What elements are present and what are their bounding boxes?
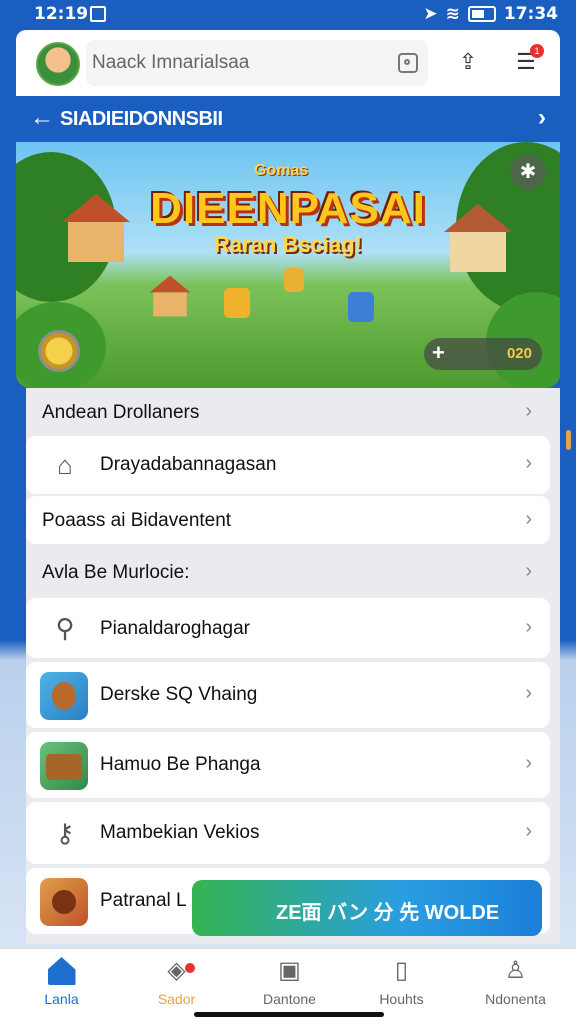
page-title: SIADIEIDONNSBII (60, 108, 223, 130)
section-1-label: Andean Drollaners (42, 402, 200, 423)
status-right: ➤ ≋ 17:34 (423, 4, 558, 24)
chevron-right-icon: › (525, 682, 532, 704)
chevron-right-icon: › (525, 616, 532, 638)
list-item-label: Poaass ai Bidaventent (42, 510, 232, 531)
nav-houhts-label: Houhts (379, 991, 424, 1007)
status-time: 12:19 (34, 4, 89, 24)
nav-dantone[interactable]: ▣ Dantone (232, 957, 347, 1007)
list-item[interactable]: ⚲ Pianaldaroghagar › (26, 598, 550, 658)
title-bar: ← SIADIEIDONNSBII › (16, 96, 560, 142)
hut (149, 275, 191, 317)
back-arrow-icon[interactable]: ← (30, 104, 54, 132)
list-item-label: Hamuo Be Phanga (100, 754, 261, 775)
section-header-2[interactable]: Avla Be Murlocie: › (26, 548, 550, 596)
plus-icon[interactable]: + (432, 340, 445, 366)
list-item-label: Mambekian Vekios (100, 822, 260, 843)
nav-houhts[interactable]: ▯ Houhts (344, 957, 459, 1007)
list-item-label: Drayadabannagasan (100, 454, 277, 475)
list-item[interactable]: Derske SQ Vhaing › (26, 662, 550, 728)
game-thumb-map (40, 878, 88, 926)
chevron-right-icon: › (525, 508, 532, 530)
nav-home-label: Lanla (44, 991, 79, 1007)
notification-icon (90, 6, 106, 22)
list-item-label: Derske SQ Vhaing (100, 684, 258, 705)
chevron-right-icon: › (525, 752, 532, 774)
menu-badge: 1 (530, 44, 544, 58)
wifi-icon: ≋ (445, 4, 460, 24)
game-banner[interactable]: Gomas DIEENPASAI Raran Bsciag! ✱ + 020 (16, 142, 560, 388)
game-thumb-monkey (40, 672, 88, 720)
list-item[interactable]: ⌂ Drayadabannagasan › (26, 436, 550, 494)
menu-icon[interactable]: ☰ 1 (508, 44, 544, 80)
search-icon: ⚲ (55, 613, 75, 643)
nav-ndonenta[interactable]: ♙ Ndonenta (458, 957, 573, 1007)
status-bar: 12:19 ➤ ≋ 17:34 (0, 0, 576, 28)
nav-sador-label: Sador (157, 991, 196, 1007)
menu-list: Andean Drollaners › ⌂ Drayadabannagasan … (26, 388, 560, 944)
game-small-title: Gomas (254, 162, 309, 179)
list-item-label: Patranal L (100, 890, 187, 911)
location-icon: ➤ (423, 4, 438, 24)
tag-icon: ⌂ (57, 450, 73, 480)
section-header-1[interactable]: Andean Drollaners › (26, 388, 550, 436)
header: Naack Imnarialsaa ⇪ ☰ 1 (16, 30, 560, 96)
list-item[interactable]: ⚷ Mambekian Vekios › (26, 802, 550, 864)
game-title: DIEENPASAI (150, 184, 426, 233)
currency-pill[interactable]: + 020 (424, 338, 542, 370)
robot-yellow (224, 288, 250, 318)
bookmark-icon: ▯ (394, 957, 409, 984)
list-item[interactable]: Poaass ai Bidaventent › (26, 496, 550, 544)
currency-value: 020 (506, 345, 532, 362)
nav-dantone-label: Dantone (263, 991, 316, 1007)
status-right-time: 17:34 (503, 4, 558, 24)
section-2-label: Avla Be Murlocie: (42, 562, 190, 583)
scrollbar-thumb[interactable] (566, 430, 571, 450)
nav-ndonenta-label: Ndonenta (485, 991, 546, 1007)
home-icon (47, 957, 76, 985)
box-icon: ▣ (278, 957, 301, 984)
share-icon[interactable]: ⇪ (450, 44, 486, 80)
chevron-right-icon[interactable]: › (538, 104, 546, 132)
list-item-label: Pianaldaroghagar (100, 618, 251, 639)
game-subtitle: Raran Bsciag! (214, 232, 362, 257)
avatar[interactable] (36, 42, 80, 86)
floating-banner-text: ZE面 バン 分 先 WOLDE (276, 902, 500, 924)
chevron-right-icon: › (525, 820, 532, 842)
chevron-right-icon: › (525, 452, 532, 474)
robot-small (284, 268, 304, 292)
nav-badge-dot (185, 963, 195, 973)
star-icon[interactable]: ✱ (510, 154, 546, 190)
home-indicator[interactable] (194, 1012, 384, 1017)
list-item[interactable]: Hamuo Be Phanga › (26, 732, 550, 798)
search-input[interactable]: Naack Imnarialsaa (86, 40, 428, 86)
game-thumb-chest (40, 742, 88, 790)
search-placeholder: Naack Imnarialsaa (92, 52, 250, 73)
battery-icon (467, 6, 496, 22)
nav-home[interactable]: Lanla (4, 957, 119, 1007)
chevron-right-icon: › (525, 400, 532, 422)
camera-icon[interactable] (398, 53, 418, 73)
chevron-right-icon: › (525, 560, 532, 582)
coin-icon (38, 330, 80, 372)
floating-action-banner[interactable]: ZE面 バン 分 先 WOLDE (192, 880, 542, 936)
key-icon: ⚷ (55, 818, 75, 848)
nav-sador[interactable]: ◈ Sador (119, 957, 234, 1007)
robot-blue (348, 292, 374, 322)
profile-icon: ♙ (504, 957, 527, 984)
